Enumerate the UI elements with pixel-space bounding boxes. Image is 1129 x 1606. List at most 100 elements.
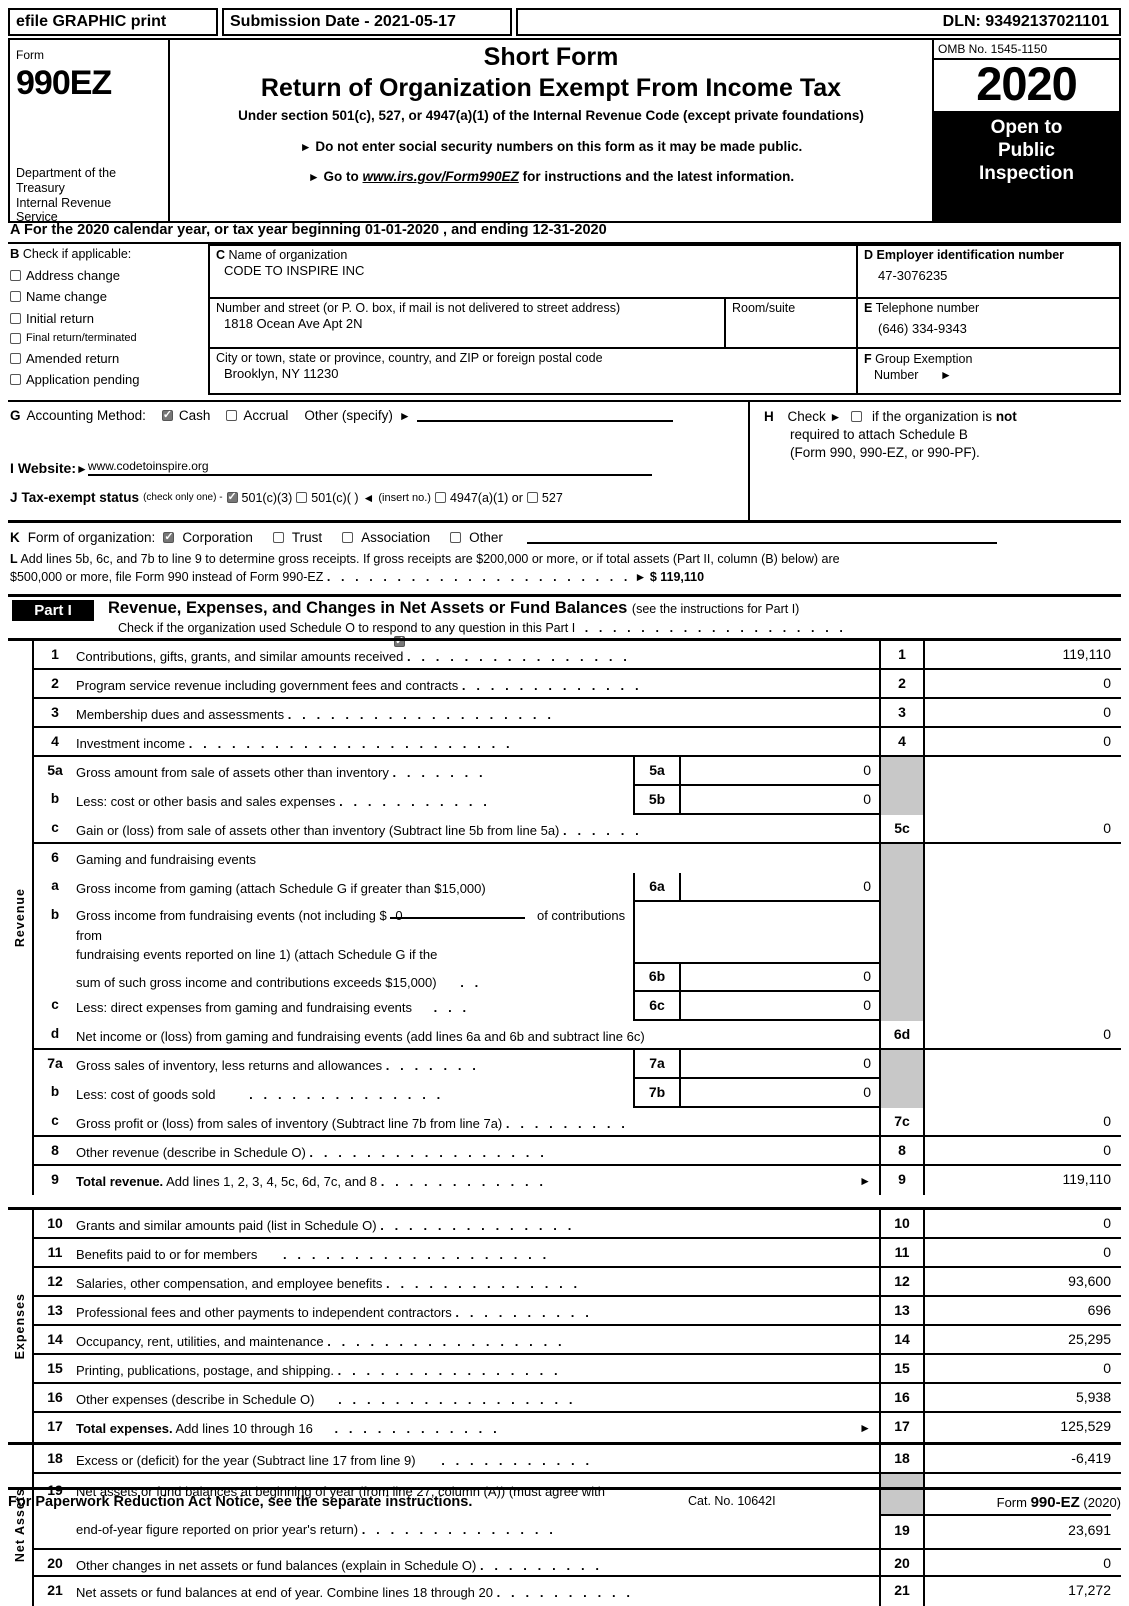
checkbox-icon[interactable] [10, 374, 21, 385]
checkbox-501c3-icon[interactable] [226, 490, 238, 503]
line-a-text: For the 2020 calendar year, or tax year … [23, 222, 607, 238]
row-desc-line-2: end-of-year figure reported on prior yea… [76, 1520, 875, 1540]
row-value[interactable]: 0 [925, 815, 1121, 842]
row-value[interactable]: 5,938 [925, 1384, 1121, 1411]
checkbox-schedule-b-icon[interactable] [851, 411, 863, 422]
accounting-cash-label: Cash [178, 408, 211, 423]
row-value[interactable]: 0 [925, 1355, 1121, 1382]
checkbox-icon[interactable] [10, 291, 21, 302]
row-value[interactable]: 0 [925, 1021, 1121, 1048]
form-notice-goto: ► Go to www.irs.gov/Form990EZ for instru… [170, 169, 932, 184]
row-key: 17 [879, 1413, 925, 1442]
ein-label-row: D Employer identification number [864, 248, 1113, 262]
table-row: 5a Gross amount from sale of assets othe… [34, 757, 1121, 786]
checkbox-icon[interactable] [10, 352, 21, 364]
inner-value[interactable]: 0 [681, 992, 879, 1019]
row-value[interactable]: 0 [925, 1137, 1121, 1164]
row-key: 19 [881, 1514, 923, 1548]
row-value[interactable]: 0 [925, 1550, 1121, 1576]
checkbox-501c-icon[interactable] [296, 492, 308, 503]
inner-amount-box: 6a 0 [633, 873, 879, 902]
inner-value[interactable]: 0 [681, 873, 879, 900]
row-value[interactable]: 93,600 [925, 1268, 1121, 1295]
inner-value[interactable]: 0 [681, 962, 879, 990]
row-value[interactable]: 25,295 [925, 1326, 1121, 1353]
checkbox-4947a1-icon[interactable] [434, 492, 446, 503]
row-key: 13 [879, 1297, 925, 1324]
row-value[interactable]: 23,691 [925, 1514, 1111, 1548]
table-row: 21 Net assets or fund balances at end of… [34, 1577, 1121, 1606]
row-key: 16 [879, 1384, 925, 1411]
row-value[interactable]: 0 [925, 670, 1121, 697]
leader-dots: . . . . . . . . . . . . [334, 1421, 501, 1436]
row-value[interactable]: 0 [925, 1210, 1121, 1237]
checkbox-name-change[interactable]: Name change [10, 289, 208, 304]
row-value[interactable]: 696 [925, 1297, 1121, 1324]
checkbox-icon[interactable] [10, 269, 21, 281]
row-value [925, 902, 1121, 992]
row-value [925, 873, 1121, 902]
checkbox-label: Amended return [26, 350, 120, 366]
checkbox-icon[interactable] [10, 332, 21, 344]
section-c-letter: C [216, 248, 226, 262]
checkbox-initial-return[interactable]: Initial return [10, 311, 208, 326]
row-number: 1 [51, 646, 59, 662]
row-value[interactable]: 0 [925, 728, 1121, 755]
accounting-method-row: G Accounting Method: Cash Accrual Other … [10, 408, 744, 423]
row-value[interactable]: 17,272 [925, 1577, 1121, 1606]
org-form-other-input[interactable] [526, 531, 997, 544]
form-main-title: Return of Organization Exempt From Incom… [260, 73, 842, 102]
row-value[interactable]: 0 [925, 1108, 1121, 1135]
checkbox-icon[interactable] [10, 312, 21, 324]
checkbox-other-icon[interactable] [450, 532, 462, 543]
row-description: Less: cost or other basis and sales expe… [76, 786, 633, 815]
checkbox-trust-icon[interactable] [272, 532, 284, 543]
row-desc-text: Other revenue (describe in Schedule O) [76, 1145, 306, 1160]
checkbox-accrual-icon[interactable] [226, 410, 238, 421]
checkbox-label: Application pending [26, 372, 140, 387]
checkbox-cash-icon[interactable] [161, 408, 173, 421]
checkbox-address-change[interactable]: Address change [10, 268, 208, 283]
net-assets-rows: 18 Excess or (deficit) for the year (Sub… [34, 1445, 1121, 1606]
checkbox-association-icon[interactable] [342, 532, 354, 543]
checkbox-amended-return[interactable]: Amended return [10, 351, 208, 366]
expenses-label-text: Expenses [13, 1292, 27, 1360]
row-key: 5c [879, 815, 925, 842]
fundraising-contrib-input[interactable]: 0 [390, 906, 526, 923]
triangle-pointer-icon-g: ► [398, 408, 411, 423]
row-value[interactable]: 125,529 [925, 1413, 1121, 1442]
checkbox-527-icon[interactable] [526, 492, 538, 503]
row-value[interactable]: 0 [925, 1239, 1121, 1266]
row-number: 21 [47, 1582, 63, 1598]
inner-value[interactable]: 0 [681, 786, 879, 813]
inner-value[interactable]: 0 [681, 1079, 879, 1106]
row-description: Gain or (loss) from sale of assets other… [76, 815, 879, 842]
section-h-letter: H [764, 409, 774, 424]
row-value[interactable]: 119,110 [925, 1166, 1121, 1195]
tax-year: 2020 [976, 57, 1078, 110]
row-desc-line-2: fundraising events reported on line 1) (… [76, 947, 438, 962]
row-value[interactable]: 0 [925, 699, 1121, 726]
accounting-other-input[interactable] [416, 409, 673, 422]
row-desc-bold: Total expenses. [76, 1421, 173, 1436]
website-value[interactable]: www.codetoinspire.org [87, 460, 652, 476]
inner-value[interactable]: 0 [681, 757, 879, 784]
leader-dots: . . . . . . . . . . [496, 1585, 634, 1600]
taxexempt-insert-label: (insert no.) [378, 491, 431, 504]
inner-value[interactable]: 0 [681, 1050, 879, 1077]
row-number: a [51, 878, 59, 893]
row-number: b [50, 1084, 60, 1099]
irs-form-link[interactable]: www.irs.gov/Form990EZ [363, 169, 519, 184]
row-key-shaded [879, 844, 925, 873]
table-row: c Less: direct expenses from gaming and … [34, 992, 1121, 1021]
row-description: Gross amount from sale of assets other t… [76, 757, 633, 786]
schedule-b-check-row: H Check ► if the organization is not [764, 408, 1121, 426]
row-value[interactable]: -6,419 [925, 1445, 1121, 1472]
checkbox-final-return[interactable]: Final return/terminated [10, 332, 208, 344]
checkbox-application-pending[interactable]: Application pending [10, 372, 208, 387]
expenses-vertical-label: Expenses [8, 1210, 34, 1442]
leader-dots: . . . . . . . . . . . . . . . . [406, 649, 631, 664]
row-description: Gross profit or (loss) from sales of inv… [76, 1108, 879, 1135]
row-value[interactable]: 119,110 [925, 641, 1121, 668]
checkbox-corporation-icon[interactable] [163, 530, 175, 543]
